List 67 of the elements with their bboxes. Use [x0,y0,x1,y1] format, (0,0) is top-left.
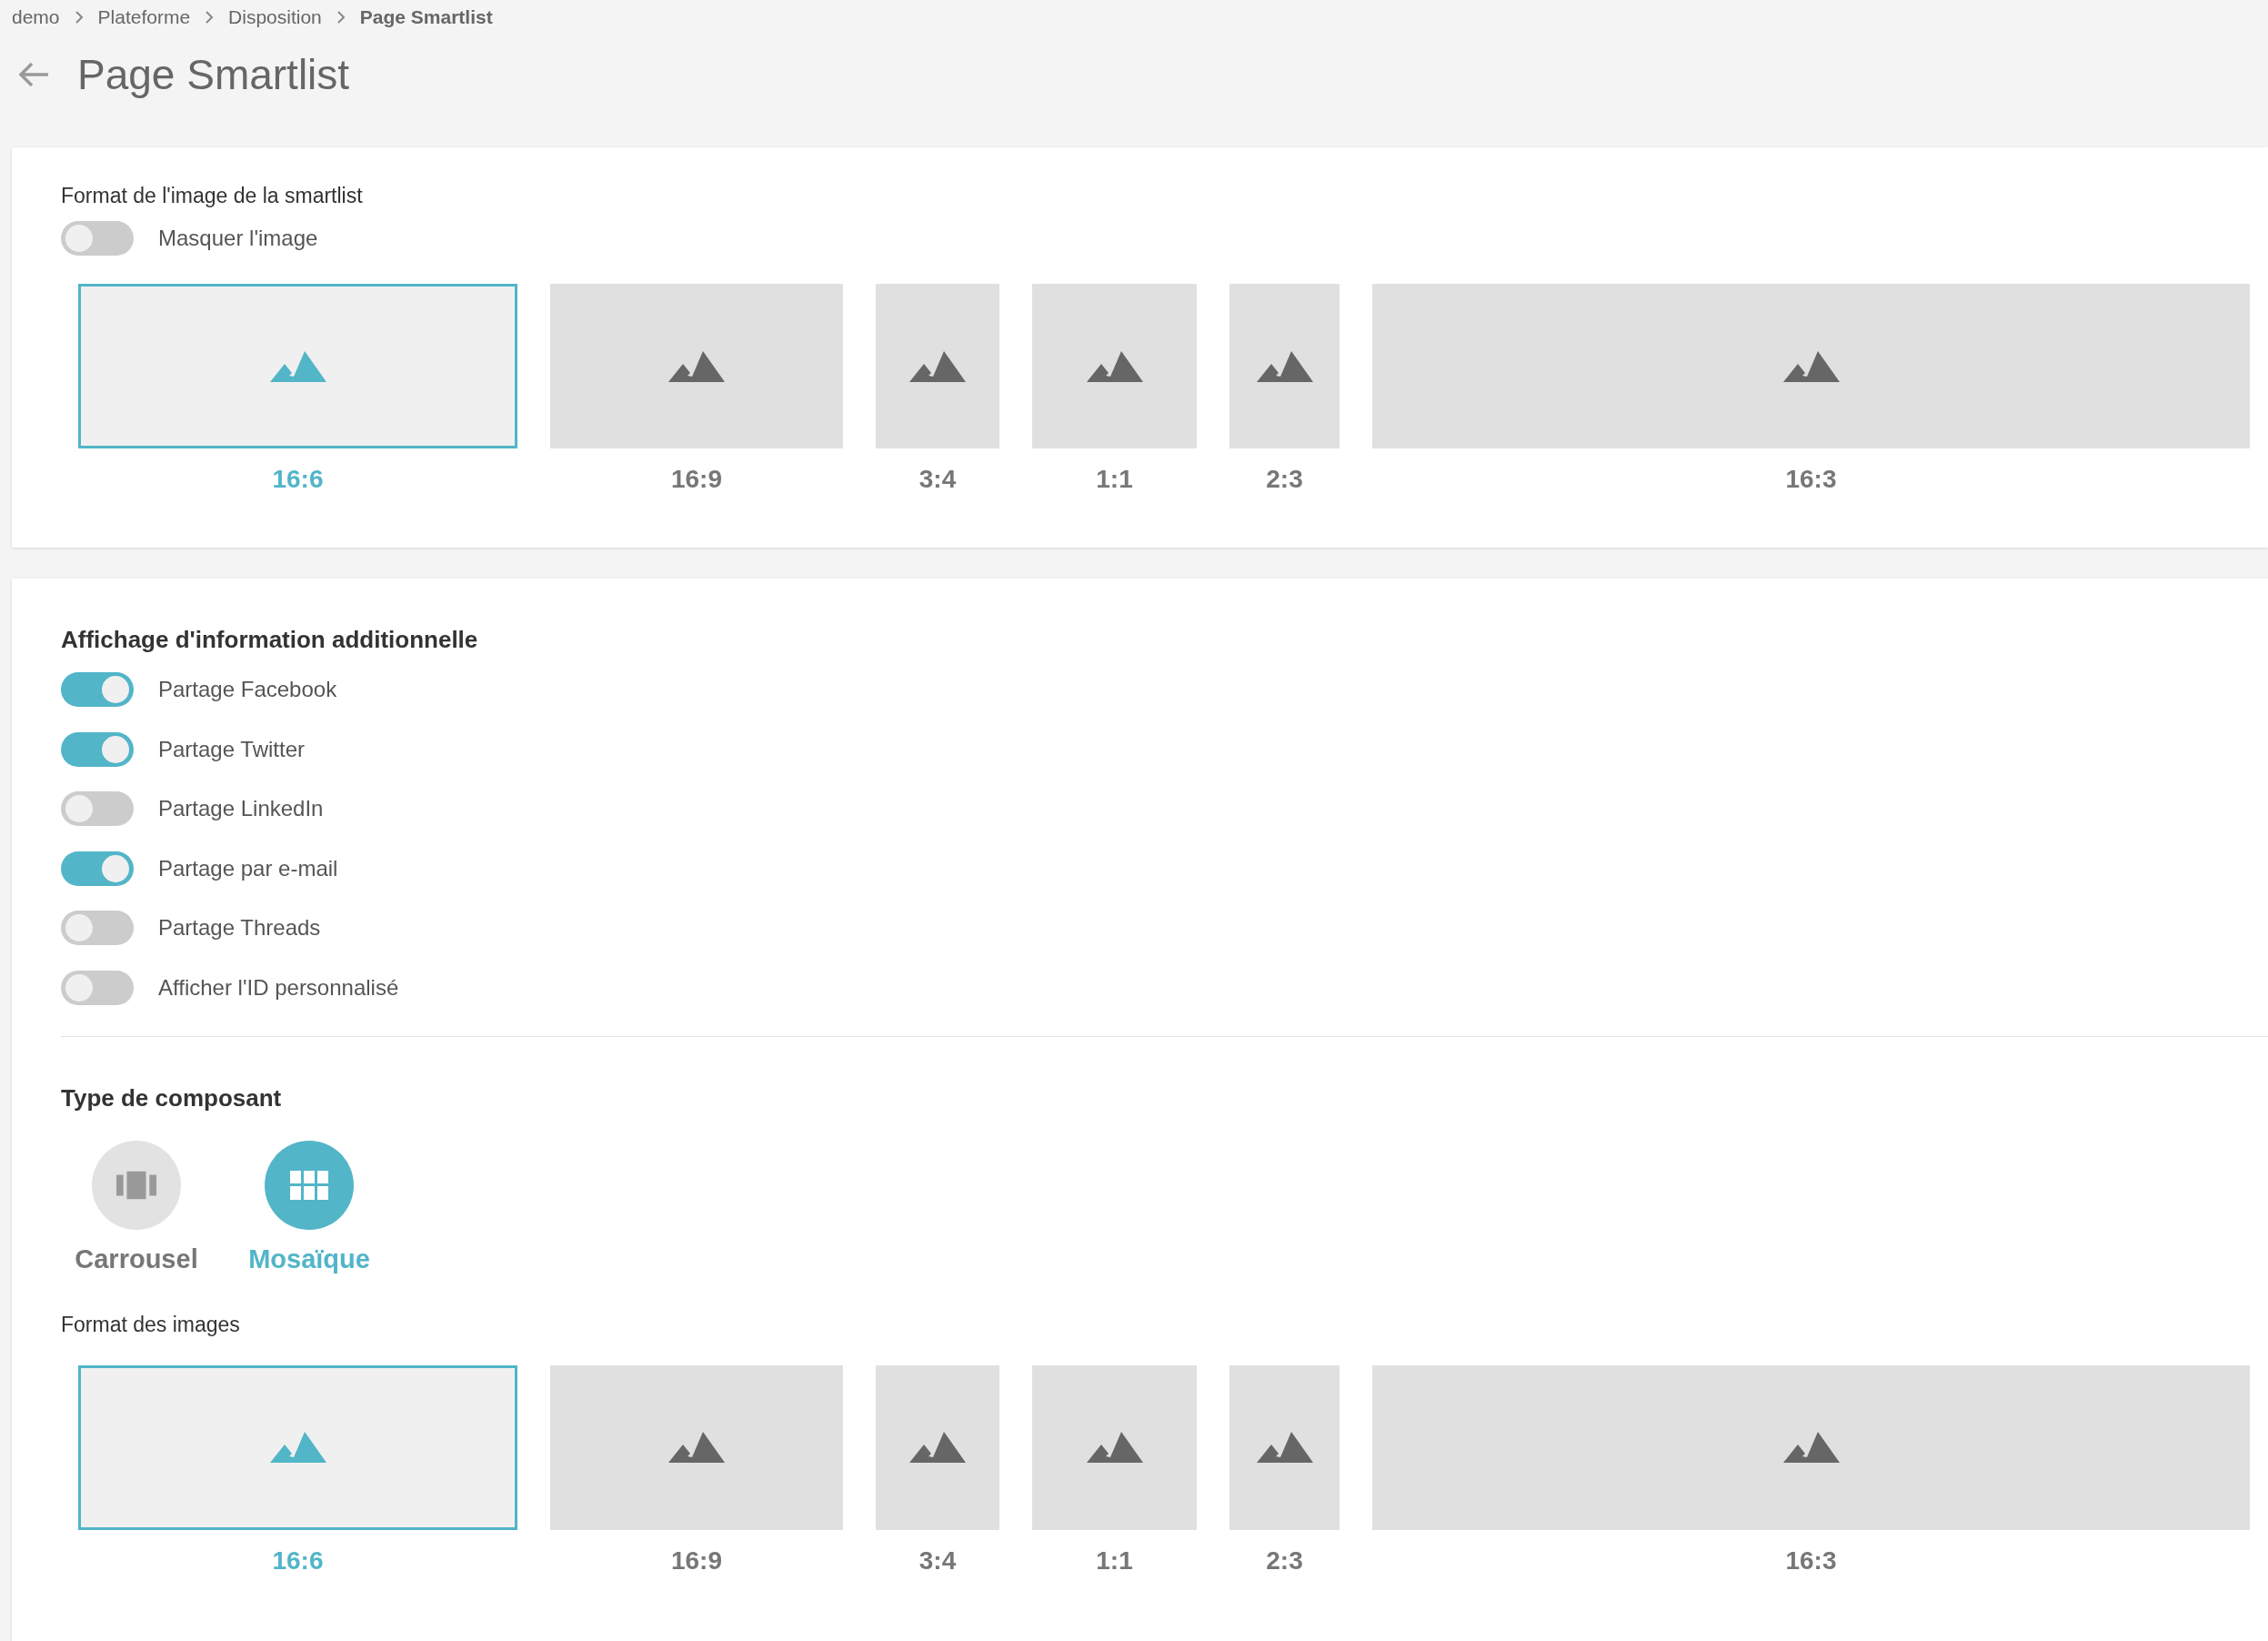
mountain-icon [1086,350,1143,382]
format-label: 16:9 [670,465,722,494]
toggle-label: Partage par e-mail [158,855,338,881]
format-tile[interactable] [876,284,999,448]
format-tile[interactable] [550,1364,843,1530]
format-label: 1:1 [1096,1545,1133,1576]
format-label: 3:4 [918,465,957,494]
format-tile[interactable] [78,284,517,448]
toggle-label: Partage Twitter [158,736,305,762]
format-label: 16:9 [670,1545,722,1576]
format-tile[interactable] [1229,1364,1340,1530]
format-label: 3:4 [918,1545,957,1576]
back-arrow-icon[interactable] [17,61,50,88]
grid-icon [289,1170,329,1200]
carousel-icon [116,1170,156,1200]
section-heading: Affichage d'information additionnelle [61,625,479,655]
breadcrumb-link[interactable]: Plateforme [97,6,191,28]
type-option-label: Mosaïque [248,1243,370,1274]
format-label: 16:3 [1785,465,1837,494]
toggle-label: Partage Facebook [158,677,337,702]
format-label: 16:6 [272,465,324,494]
format-tile[interactable] [1372,284,2250,448]
type-option-label: Carrousel [75,1243,198,1274]
format-tile[interactable] [1032,284,1197,448]
mountain-icon [1086,1432,1143,1463]
toggle-switch[interactable] [61,221,134,256]
chevron-icon [74,10,84,25]
mountain-icon [668,1432,725,1463]
toggle-switch[interactable] [61,851,134,886]
format-tile[interactable] [876,1364,999,1530]
page-title: Page Smartlist [77,50,350,99]
mountain-icon [1782,350,1840,382]
section-label: Format des images [61,1311,241,1338]
toggle-label: Partage LinkedIn [158,796,324,821]
chevron-icon [336,10,346,25]
toggle-label: Afficher l'ID personnalisé [158,974,399,1001]
mountain-icon [1256,1432,1313,1463]
mountain-icon [668,350,725,382]
breadcrumb-current: Page Smartlist [359,6,493,28]
format-label: 16:3 [1785,1545,1837,1576]
format-label: 2:3 [1266,1545,1303,1576]
toggle-label: Masquer l'image [158,226,318,251]
format-tile[interactable] [1229,284,1340,448]
breadcrumb-link[interactable]: Disposition [228,6,322,28]
mountain-icon [909,350,966,382]
toggle-switch[interactable] [61,970,134,1005]
mountain-icon [1256,350,1313,382]
mountain-icon [269,1432,326,1463]
breadcrumb-link[interactable]: demo [12,6,60,28]
format-tile[interactable] [1032,1364,1197,1530]
toggle-label: Partage Threads [158,915,321,941]
format-tile[interactable] [550,284,843,448]
format-label: 1:1 [1096,465,1133,494]
format-label: 2:3 [1266,465,1303,494]
format-label: 16:6 [272,1545,324,1576]
toggle-switch[interactable] [61,672,134,707]
mountain-icon [1782,1432,1840,1463]
mountain-icon [269,350,326,382]
format-tile[interactable] [78,1364,517,1530]
toggle-switch[interactable] [61,731,134,767]
chevron-icon [205,10,215,25]
mountain-icon [909,1432,966,1463]
format-tile[interactable] [1372,1364,2250,1530]
section-label: Format de l'image de la smartlist [61,183,364,209]
section-heading: Type de composant [61,1082,283,1113]
toggle-switch[interactable] [61,791,134,826]
toggle-switch[interactable] [61,911,134,945]
